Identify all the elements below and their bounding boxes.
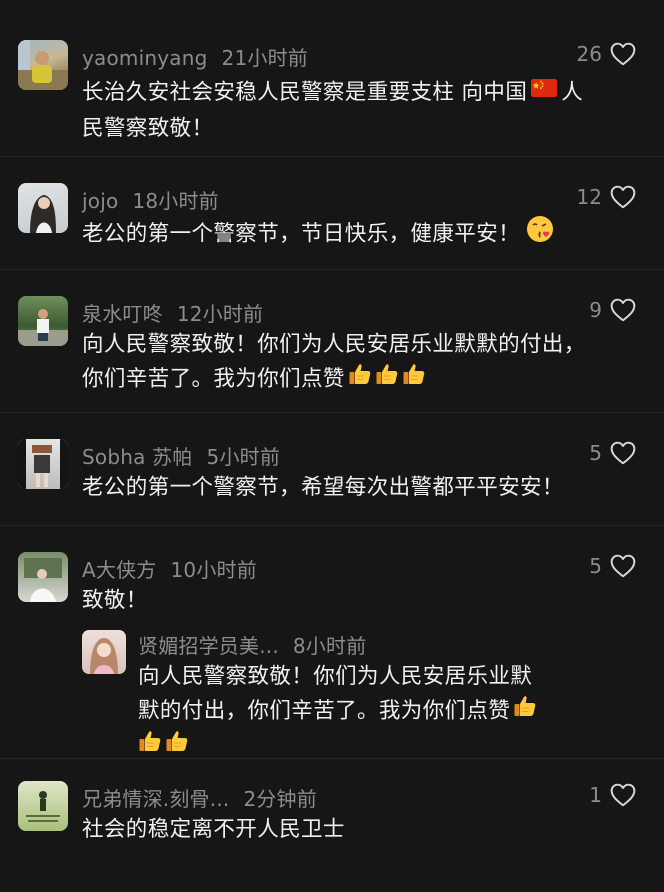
username[interactable]: 兄弟情深.刻骨... bbox=[82, 787, 229, 811]
comment-item: Sobha 苏帕 5小时前 5 老公的第一个警察节，希望每次出警都平平安安！ bbox=[0, 413, 664, 526]
reply-meta: 贤媚招学员美... 8小时前 bbox=[138, 630, 366, 659]
timestamp: 2分钟前 bbox=[243, 787, 317, 811]
comment-text: 老公的第一个警察节，希望每次出警都平平安安！ bbox=[82, 475, 564, 500]
comment-meta: yaominyang 21小时前 bbox=[82, 42, 308, 71]
comment-meta: 泉水叮咚 12小时前 bbox=[82, 298, 263, 327]
comment-item: jojo 18小时前 12 老公的第一个警察节，节日快乐，健康平安！ bbox=[0, 157, 664, 270]
comment-text: 致敬！ bbox=[82, 588, 148, 613]
comment-meta: jojo 18小时前 bbox=[82, 185, 219, 214]
heart-icon[interactable] bbox=[610, 298, 636, 322]
timestamp: 10小时前 bbox=[170, 558, 257, 582]
thumbs-up-icon bbox=[348, 362, 372, 397]
timestamp: 12小时前 bbox=[176, 302, 264, 326]
like-count: 26 bbox=[576, 42, 602, 66]
username[interactable]: 泉水叮咚 bbox=[82, 302, 163, 326]
heart-icon[interactable] bbox=[610, 185, 636, 209]
reply-text: 向人民警察致敬！你们为人民安居乐业默 默的付出，你们辛苦了。我为你们点赞 bbox=[138, 660, 618, 764]
avatar[interactable] bbox=[18, 552, 68, 602]
like-button[interactable]: 1 bbox=[589, 783, 636, 807]
reply-username[interactable]: 贤媚招学员美... bbox=[138, 634, 279, 658]
china-flag-icon bbox=[531, 74, 558, 108]
kiss-face-icon bbox=[526, 215, 554, 254]
username[interactable]: A大侠方 bbox=[82, 558, 156, 582]
username[interactable]: yaominyang bbox=[82, 46, 208, 70]
comment-item: 泉水叮咚 12小时前 9 向人民警察致敬！你们为人民安居乐业默默的付出， 你们辛苦… bbox=[0, 270, 664, 413]
reply-timestamp: 8小时前 bbox=[292, 634, 367, 658]
comment-item: 兄弟情深.刻骨... 2分钟前 1 社会的稳定离不开人民卫士 bbox=[0, 759, 664, 892]
like-button[interactable]: 5 bbox=[589, 441, 636, 465]
comment-text: 老公的第一个警察节，节日快乐，健康平安！ bbox=[82, 215, 642, 254]
like-count: 5 bbox=[589, 554, 602, 578]
avatar[interactable] bbox=[18, 296, 68, 346]
heart-icon[interactable] bbox=[610, 554, 636, 578]
timestamp: 5小时前 bbox=[206, 445, 281, 469]
like-button[interactable]: 12 bbox=[577, 185, 636, 209]
comment-text: 长治久安社会安稳人民警察是重要支柱 向中国人 民警察致敬！ bbox=[82, 74, 642, 146]
avatar[interactable] bbox=[18, 183, 68, 233]
thumbs-up-icon bbox=[375, 362, 399, 397]
comment-meta: A大侠方 10小时前 bbox=[82, 554, 257, 583]
username[interactable]: Sobha 苏帕 bbox=[82, 445, 193, 469]
like-count: 12 bbox=[576, 185, 602, 209]
avatar[interactable] bbox=[18, 781, 68, 831]
comment-meta: Sobha 苏帕 5小时前 bbox=[82, 441, 280, 470]
thumbs-up-icon bbox=[402, 362, 426, 397]
heart-icon[interactable] bbox=[610, 441, 636, 465]
comment-text: 社会的稳定离不开人民卫士 bbox=[82, 817, 345, 842]
reply-avatar[interactable] bbox=[82, 630, 126, 674]
comment-text: 向人民警察致敬！你们为人民安居乐业默默的付出， 你们辛苦了。我为你们点赞 bbox=[82, 328, 652, 397]
like-count: 1 bbox=[589, 783, 602, 807]
comment-item: A大侠方 10小时前 5 致敬！ 贤媚招学员美... 8小时前 向人民警察致敬！你们… bbox=[0, 526, 664, 759]
thumbs-up-icon bbox=[513, 694, 537, 729]
timestamp: 18小时前 bbox=[132, 189, 219, 213]
username[interactable]: jojo bbox=[82, 189, 118, 213]
like-button[interactable]: 26 bbox=[577, 42, 636, 66]
avatar[interactable] bbox=[18, 439, 68, 489]
heart-icon[interactable] bbox=[610, 42, 636, 66]
comment-meta: 兄弟情深.刻骨... 2分钟前 bbox=[82, 783, 317, 812]
like-button[interactable]: 9 bbox=[589, 298, 636, 322]
avatar[interactable] bbox=[18, 40, 68, 90]
heart-icon[interactable] bbox=[610, 783, 636, 807]
comment-item: yaominyang 21小时前 26 长治久安社会安稳人民警察是重要支柱 向中国… bbox=[0, 0, 664, 157]
like-button[interactable]: 5 bbox=[589, 554, 636, 578]
like-count: 9 bbox=[589, 298, 602, 322]
timestamp: 21小时前 bbox=[221, 46, 308, 70]
like-count: 5 bbox=[589, 441, 602, 465]
